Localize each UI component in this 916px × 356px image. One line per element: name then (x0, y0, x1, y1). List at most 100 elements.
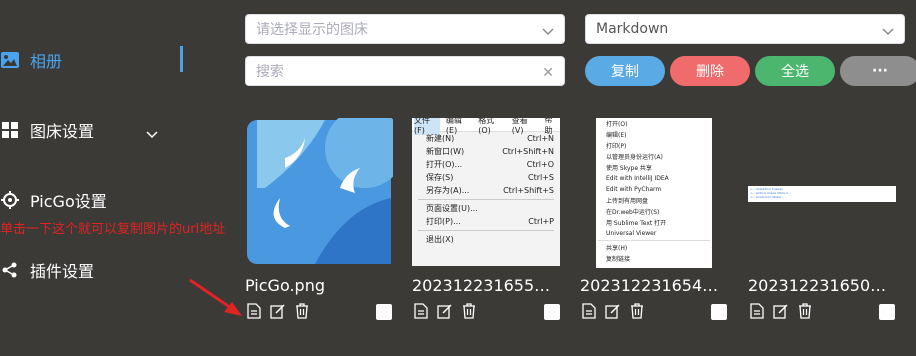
context-row: 编辑(E) (606, 132, 627, 139)
red-annotation: 单击一下这个就可以复制图片的url地址 (0, 222, 226, 237)
menu-row: 新窗口(W) Ctrl+Shift+N (412, 145, 560, 158)
image-actions (245, 302, 311, 320)
image-actions (580, 302, 646, 320)
menu-bar-item: 帮助 (544, 118, 553, 135)
image-filename: 20231223165404.png (580, 276, 728, 295)
menu-row-label: 保存(S) (426, 173, 454, 182)
menu-row: 页面设置(U)... (412, 202, 560, 215)
menu-row-shortcut: Ctrl+Shift+S (503, 186, 554, 195)
image-select-checkbox[interactable] (879, 304, 895, 320)
search-placeholder: 搜索 (256, 64, 284, 80)
sidebar-item-bed-settings[interactable]: 图床设置 (0, 110, 94, 150)
menu-row-shortcut: Ctrl+N (527, 134, 554, 143)
select-all-button[interactable]: 全选 (755, 56, 835, 86)
close-icon[interactable]: ✕ (542, 65, 554, 81)
sidebar-item-picgo-settings[interactable]: PicGo设置 (0, 180, 107, 220)
edit-icon[interactable] (604, 302, 622, 320)
image-select-checkbox[interactable] (376, 304, 392, 320)
code-line: <-- Loading to Writer... (750, 195, 785, 198)
menu-separator (418, 199, 554, 200)
code-lines: <-- Uploading Images <-- writing image ht… (748, 187, 896, 198)
menu-row-shortcut: Ctrl+P (528, 217, 554, 226)
menu-row-label: 打开(O)... (426, 160, 463, 169)
trash-icon[interactable] (628, 302, 646, 320)
link-format-value: Markdown (596, 21, 669, 37)
menu-row: 打印(P)... Ctrl+P (412, 215, 560, 228)
menu-row: 打开(O)... Ctrl+O (412, 158, 560, 171)
grid-icon (0, 120, 20, 140)
sidebar: 相册 图床设置 PicGo设置 单击一下这个就可以复制图片的url地址 插件设置 (0, 0, 225, 356)
copy-link-icon[interactable] (748, 302, 766, 320)
menu-row-label: 打印(P)... (426, 217, 461, 226)
edit-icon[interactable] (772, 302, 790, 320)
menu-separator (418, 230, 554, 231)
copy-button[interactable]: 复制 (585, 56, 665, 86)
menu-row-shortcut: Ctrl+Shift+N (502, 147, 554, 156)
menu-row-shortcut: Ctrl+O (526, 160, 554, 169)
image-thumbnail[interactable]: 打开(O) 编辑(E) 打印(P) 以管理员身份运行(A) 使用 Skype 共享 Edi… (596, 118, 712, 268)
menu-row-label: 新窗口(W) (426, 147, 465, 156)
copy-link-icon[interactable] (412, 302, 430, 320)
trash-icon[interactable] (460, 302, 478, 320)
image-select-checkbox[interactable] (711, 304, 727, 320)
active-indicator (180, 46, 183, 72)
context-row: 上传到有用网盘 (606, 198, 649, 205)
sidebar-item-label: PicGo设置 (30, 192, 107, 211)
chevron-down-icon[interactable] (146, 124, 158, 143)
menu-rows: 新建(N) Ctrl+N 新窗口(W) Ctrl+Shift+N 打开(O)... Ctr… (412, 132, 560, 246)
image-filename: PicGo.png (245, 276, 325, 295)
context-row: 以管理员身份运行(A) (606, 154, 663, 161)
menu-row-label: 新建(N) (426, 134, 455, 143)
context-row: Edit with IntelliJ IDEA (606, 175, 669, 182)
context-row: 使用 Skype 共享 (606, 165, 652, 172)
red-arrow-icon (189, 278, 242, 316)
delete-button[interactable]: 删除 (670, 56, 750, 86)
menu-bar-item: 格式(O) (478, 118, 495, 135)
image-actions (748, 302, 814, 320)
sidebar-item-plugin-settings[interactable]: 插件设置 (0, 250, 94, 290)
image-filename: 20231223165563.png (412, 276, 560, 295)
context-row: 打印(P) (606, 143, 627, 150)
menu-bar-item: 查看(V) (511, 118, 528, 135)
sidebar-item-label: 相册 (30, 52, 63, 71)
image-bed-select[interactable]: 请选择显示的图床 (245, 14, 565, 44)
code-line: <-- writing image https://... (750, 191, 791, 194)
gear-icon (0, 190, 20, 210)
context-rows: 打开(O) 编辑(E) 打印(P) 以管理员身份运行(A) 使用 Skype 共享 Edi… (596, 118, 712, 264)
copy-link-icon[interactable] (580, 302, 598, 320)
menu-row: 另存为(A)... Ctrl+Shift+S (412, 184, 560, 197)
edit-icon[interactable] (269, 302, 287, 320)
sidebar-item-album[interactable]: 相册 (0, 40, 62, 80)
trash-icon[interactable] (293, 302, 311, 320)
trash-icon[interactable] (796, 302, 814, 320)
image-filename: 20231223165041.png (748, 276, 896, 295)
copy-link-icon[interactable] (245, 302, 263, 320)
image-thumbnail[interactable] (245, 118, 393, 266)
link-format-select[interactable]: Markdown (585, 14, 905, 44)
image-bed-select-placeholder: 请选择显示的图床 (256, 22, 368, 38)
sidebar-item-label: 插件设置 (30, 262, 95, 281)
chevron-down-icon (882, 24, 894, 40)
context-row: 在Dr.web中运行(S) (606, 209, 660, 216)
menu-row-label: 另存为(A)... (426, 186, 470, 195)
menu-row: 退出(X) (412, 233, 560, 246)
picgo-logo (247, 118, 393, 264)
image-thumbnail[interactable]: <-- Uploading Images <-- writing image ht… (748, 186, 896, 202)
image-select-checkbox[interactable] (544, 304, 560, 320)
more-button[interactable]: ··· (840, 56, 916, 86)
context-row: 打开(O) (606, 121, 628, 128)
edit-icon[interactable] (436, 302, 454, 320)
search-input[interactable]: 搜索 ✕ (245, 56, 565, 86)
image-thumbnail[interactable]: 文件(F) 编辑(E) 格式(O) 查看(V) 帮助 新建(N) Ctrl+N 新窗口(W)… (412, 118, 560, 266)
context-row: 用 Sublime Text 打开 (606, 220, 667, 227)
context-row: Universal Viewer (606, 230, 657, 237)
context-separator (598, 240, 710, 241)
menu-row-label: 退出(X) (426, 235, 454, 244)
image-actions (412, 302, 478, 320)
menu-row: 保存(S) Ctrl+S (412, 171, 560, 184)
sidebar-item-label: 图床设置 (30, 122, 95, 141)
chevron-down-icon (542, 24, 554, 40)
context-row: 复制链接 (606, 256, 631, 263)
context-row: Edit with PyCharm (606, 186, 662, 193)
menu-row-shortcut: Ctrl+S (527, 173, 554, 182)
